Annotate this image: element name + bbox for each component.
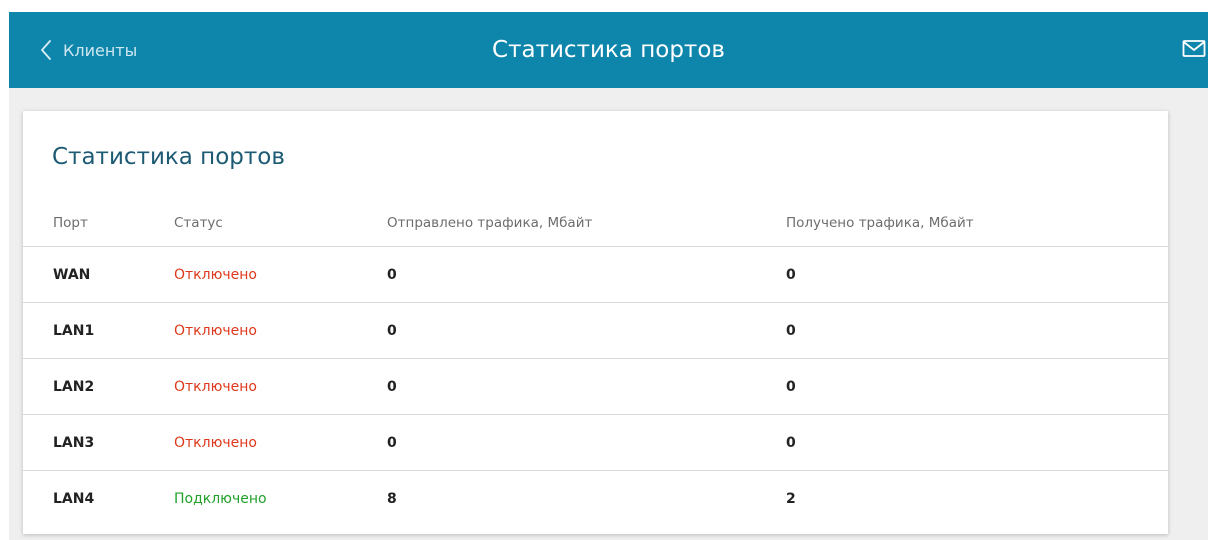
column-header-sent: Отправлено трафика, Мбайт [387,214,593,231]
port-name: LAN4 [53,490,95,507]
table-row: WAN Отключено 0 0 [23,246,1168,302]
table-row: LAN2 Отключено 0 0 [23,358,1168,414]
received-traffic: 0 [786,378,796,395]
sent-traffic: 8 [387,490,397,507]
port-name: LAN2 [53,378,95,395]
port-name: LAN1 [53,322,95,339]
app-viewport: Клиенты Статистика портов Статистика пор… [9,12,1208,540]
port-status: Отключено [174,434,257,451]
received-traffic: 0 [786,322,796,339]
port-status: Подключено [174,490,267,507]
port-status: Отключено [174,266,257,283]
received-traffic: 0 [786,434,796,451]
column-header-received: Получено трафика, Мбайт [786,214,974,231]
table-row: LAN3 Отключено 0 0 [23,414,1168,470]
table-body: WAN Отключено 0 0 LAN1 Отключено 0 0 LAN… [23,246,1168,526]
top-bar: Клиенты Статистика портов [9,12,1208,88]
column-header-port: Порт [53,214,88,231]
card-title: Статистика портов [52,144,285,170]
column-header-status: Статус [174,214,223,231]
received-traffic: 0 [786,266,796,283]
port-status: Отключено [174,378,257,395]
sent-traffic: 0 [387,378,397,395]
port-name: WAN [53,266,91,283]
page-title: Статистика портов [492,37,725,63]
table-row: LAN4 Подключено 8 2 [23,470,1168,526]
received-traffic: 2 [786,490,796,507]
sent-traffic: 0 [387,322,397,339]
envelope-icon [1182,39,1206,59]
port-status: Отключено [174,322,257,339]
table-row: LAN1 Отключено 0 0 [23,302,1168,358]
notifications-button[interactable] [1182,39,1206,59]
sent-traffic: 0 [387,266,397,283]
table-header: Порт Статус Отправлено трафика, Мбайт По… [23,199,1168,246]
port-stats-card: Статистика портов Порт Статус Отправлено… [23,111,1168,534]
sent-traffic: 0 [387,434,397,451]
port-name: LAN3 [53,434,95,451]
